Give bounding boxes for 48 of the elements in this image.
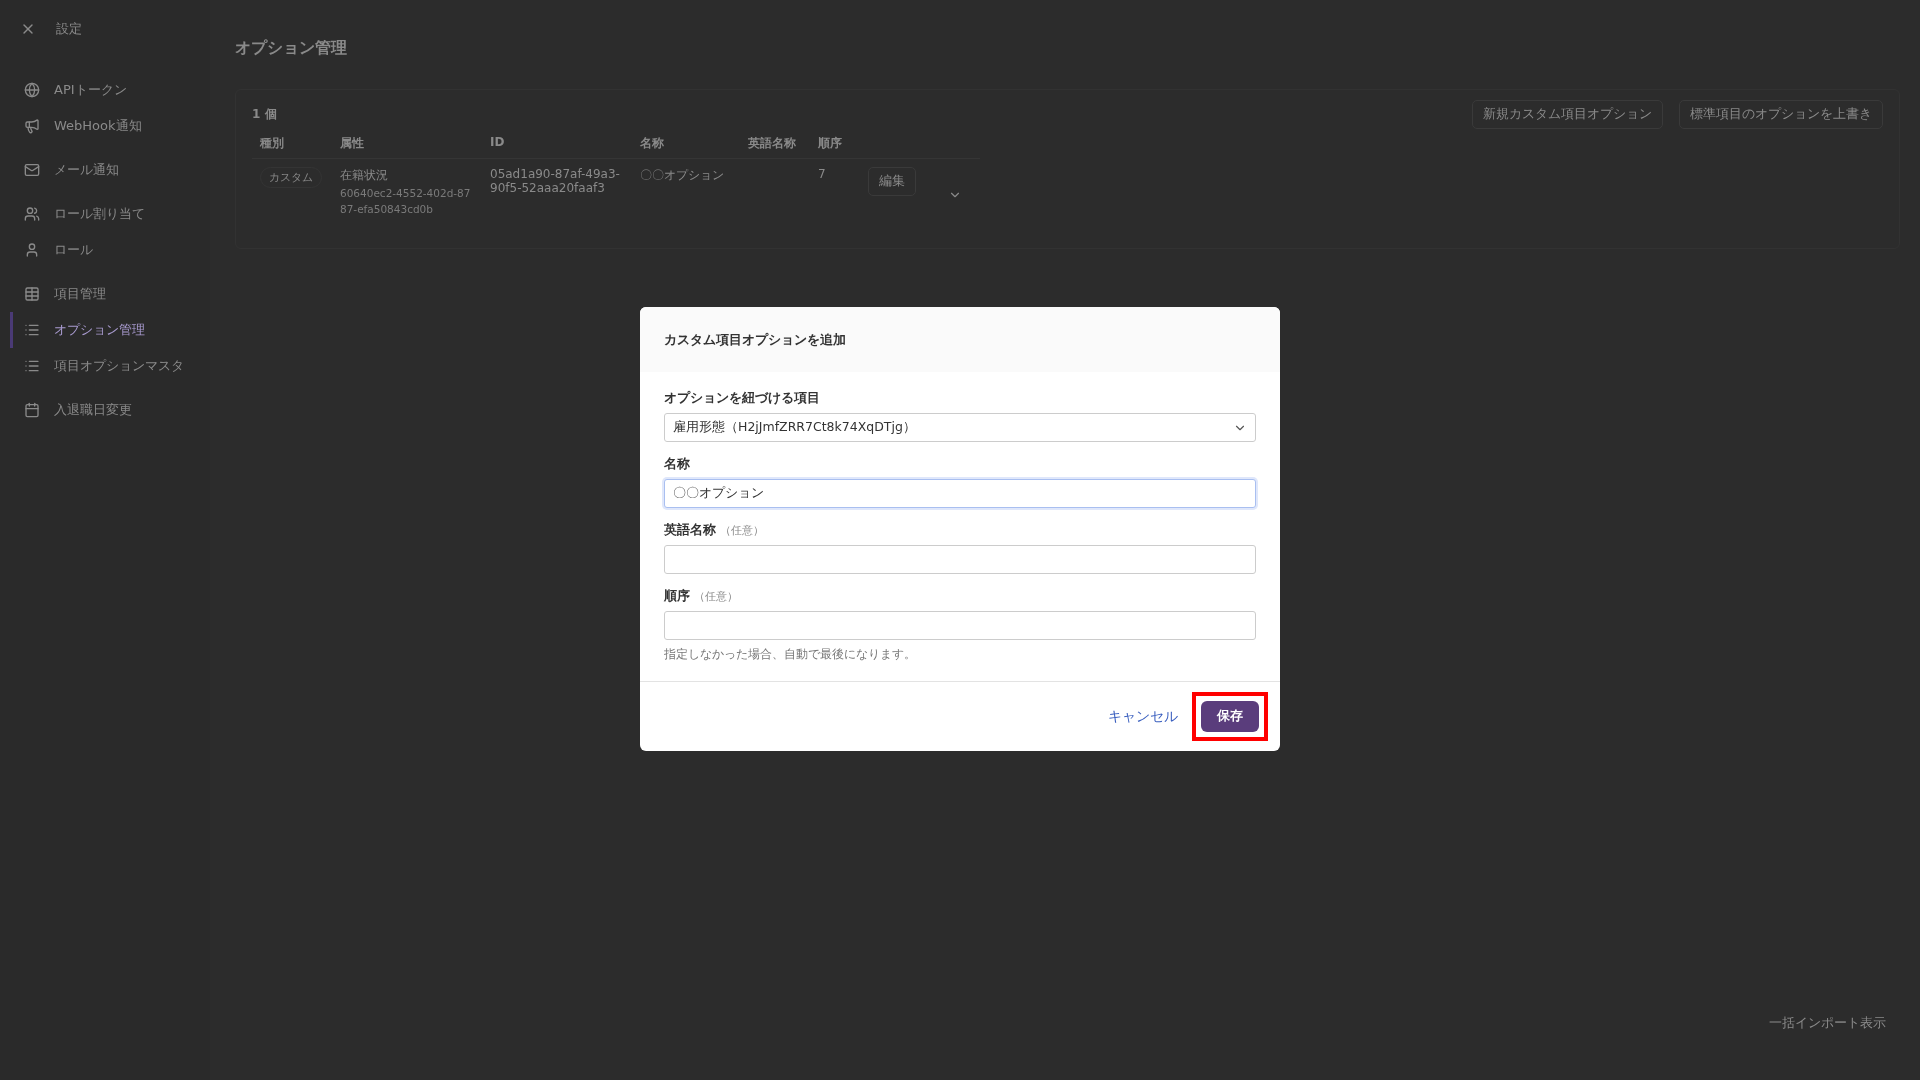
column-header: 属性 (332, 129, 482, 159)
sidebar-item[interactable]: ロール割り当て (10, 196, 210, 232)
sidebar-item[interactable]: ロール (10, 232, 210, 268)
sidebar-item[interactable]: APIトークン (10, 72, 210, 108)
sidebar-item[interactable]: 項目管理 (10, 276, 210, 312)
table-cell-text: 05ad1a90-87af-49a3-90f5-52aaa20faaf3 (490, 167, 621, 195)
user-icon (24, 242, 40, 258)
sidebar-title: 設定 (56, 20, 82, 38)
users-icon (24, 206, 40, 222)
column-header: 順序 (810, 129, 860, 159)
sidebar-item[interactable]: 入退職日変更 (10, 392, 210, 428)
table-cell: 7 (818, 167, 826, 181)
help-text: 指定しなかった場合、自動で最後になります。 (664, 646, 917, 663)
input-field[interactable] (664, 545, 1256, 574)
input-field[interactable]: 〇〇オプション (664, 479, 1256, 508)
optional-note: （任意） (694, 590, 738, 604)
attribute-name: 在籍状況 (340, 167, 388, 184)
sidebar-item[interactable]: オプション管理 (10, 312, 210, 348)
sidebar-item[interactable]: WebHook通知 (10, 108, 210, 144)
sidebar-item[interactable]: 項目オプションマスタ (10, 348, 210, 384)
page-title: オプション管理 (235, 38, 348, 59)
megaphone-icon (24, 118, 40, 134)
optional-note: （任意） (720, 524, 764, 538)
attribute-id: 60640ec2-4552-402d-8787-efa50843cd0b (340, 186, 472, 217)
edit-button[interactable]: 編集 (868, 167, 916, 196)
column-header: 種別 (252, 129, 332, 159)
calendar-icon (24, 402, 40, 418)
field-label: 名称 (664, 456, 690, 473)
table-icon (24, 286, 40, 302)
list-icon (24, 322, 40, 338)
mail-icon (24, 162, 40, 178)
sidebar-item[interactable]: メール通知 (10, 152, 210, 188)
field-label: オプションを紐づける項目 (664, 390, 820, 407)
column-header: ID (482, 129, 632, 159)
select-field[interactable]: 雇用形態（H2jJmfZRR7Ct8k74XqDTjg） (664, 413, 1256, 442)
field-label: 順序 (664, 588, 690, 605)
action-button[interactable]: 新規カスタム項目オプション (1472, 100, 1663, 129)
cancel-link[interactable]: キャンセル (1108, 707, 1178, 726)
list-icon (24, 358, 40, 374)
save-button[interactable]: 保存 (1201, 701, 1259, 732)
action-button[interactable]: 標準項目のオプションを上書き (1679, 100, 1883, 129)
dialog-title: カスタム項目オプションを追加 (664, 330, 846, 349)
field-label: 英語名称 (664, 522, 716, 539)
column-header: 英語名称 (740, 129, 810, 159)
globe-icon (24, 82, 40, 98)
column-header: 名称 (632, 129, 740, 159)
input-field[interactable] (664, 611, 1256, 640)
item-count: 1 個 (252, 106, 277, 123)
